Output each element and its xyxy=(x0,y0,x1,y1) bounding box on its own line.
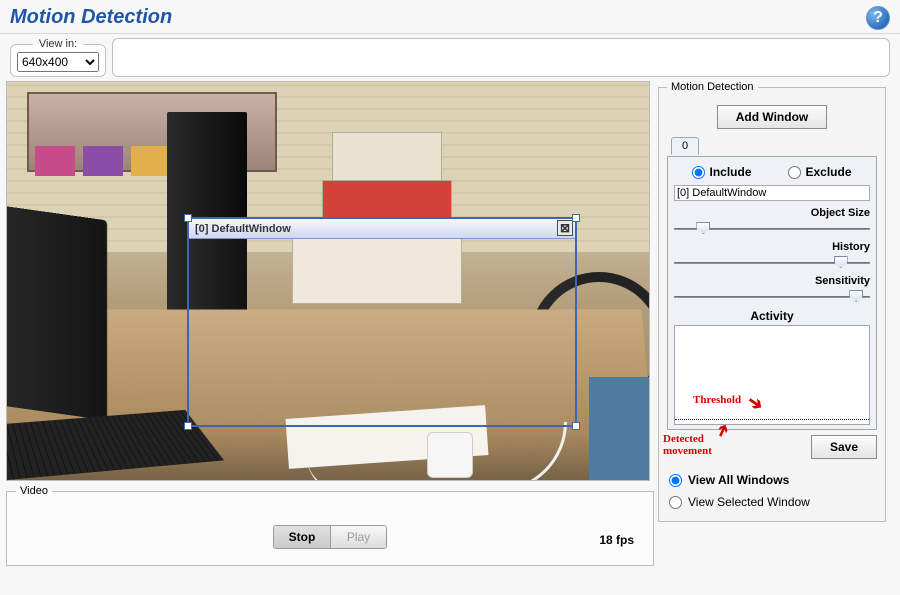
include-label: Include xyxy=(709,165,751,179)
view-selected-radio[interactable] xyxy=(669,496,682,509)
add-window-button[interactable]: Add Window xyxy=(717,105,828,129)
detection-window[interactable]: [0] DefaultWindow ⊠ xyxy=(187,217,577,427)
arrow-icon: ➔ xyxy=(749,399,761,408)
activity-label: Activity xyxy=(674,309,870,323)
sensitivity-slider[interactable] xyxy=(674,289,870,303)
view-in-fieldset: View in: 640x400 xyxy=(10,38,106,77)
resolution-select[interactable]: 640x400 xyxy=(17,52,99,72)
resize-handle-sw[interactable] xyxy=(184,422,192,430)
activity-graph: Threshold ➔ xyxy=(674,325,870,425)
resize-handle-nw[interactable] xyxy=(184,214,192,222)
window-name-input[interactable] xyxy=(674,185,870,201)
view-in-legend: View in: xyxy=(33,38,83,50)
play-button[interactable]: Play xyxy=(330,526,386,548)
exclude-label: Exclude xyxy=(805,165,851,179)
detected-movement-annotation: ➔ Detected movement xyxy=(663,433,712,457)
tab-panel: Include Exclude Object Size History xyxy=(667,156,877,430)
view-all-label: View All Windows xyxy=(688,473,789,487)
history-slider[interactable] xyxy=(674,255,870,269)
detection-window-titlebar[interactable]: [0] DefaultWindow ⊠ xyxy=(189,219,575,239)
stop-button[interactable]: Stop xyxy=(274,526,330,548)
exclude-radio[interactable] xyxy=(788,166,801,179)
resize-handle-ne[interactable] xyxy=(572,214,580,222)
video-fieldset: Video Stop Play 18 fps xyxy=(6,485,654,566)
video-legend: Video xyxy=(16,485,52,497)
view-selected-option[interactable]: View Selected Window xyxy=(667,491,877,513)
view-selected-label: View Selected Window xyxy=(688,495,810,509)
tab-0[interactable]: 0 xyxy=(671,137,699,155)
page-title: Motion Detection xyxy=(0,0,900,34)
detection-window-close-icon[interactable]: ⊠ xyxy=(557,220,573,236)
sensitivity-label: Sensitivity xyxy=(674,275,870,287)
motion-detection-panel: Motion Detection Add Window 0 Include Ex… xyxy=(658,81,886,522)
motion-detection-legend: Motion Detection xyxy=(667,81,758,93)
include-radio[interactable] xyxy=(692,166,705,179)
include-option[interactable]: Include xyxy=(692,165,751,179)
object-size-slider[interactable] xyxy=(674,221,870,235)
video-preview[interactable]: [0] DefaultWindow ⊠ xyxy=(6,81,650,481)
resize-handle-se[interactable] xyxy=(572,422,580,430)
object-size-label: Object Size xyxy=(674,207,870,219)
help-icon[interactable]: ? xyxy=(866,6,890,30)
threshold-annotation: Threshold ➔ xyxy=(693,394,759,406)
threshold-line xyxy=(675,419,869,420)
history-label: History xyxy=(674,241,870,253)
save-button[interactable]: Save xyxy=(811,435,877,459)
detection-window-title: [0] DefaultWindow xyxy=(195,223,291,235)
view-all-radio[interactable] xyxy=(669,474,682,487)
view-all-option[interactable]: View All Windows xyxy=(667,469,877,491)
playback-segment: Stop Play xyxy=(273,525,387,549)
exclude-option[interactable]: Exclude xyxy=(788,165,851,179)
fps-readout: 18 fps xyxy=(599,533,634,547)
toolbar-spacer xyxy=(112,38,890,77)
